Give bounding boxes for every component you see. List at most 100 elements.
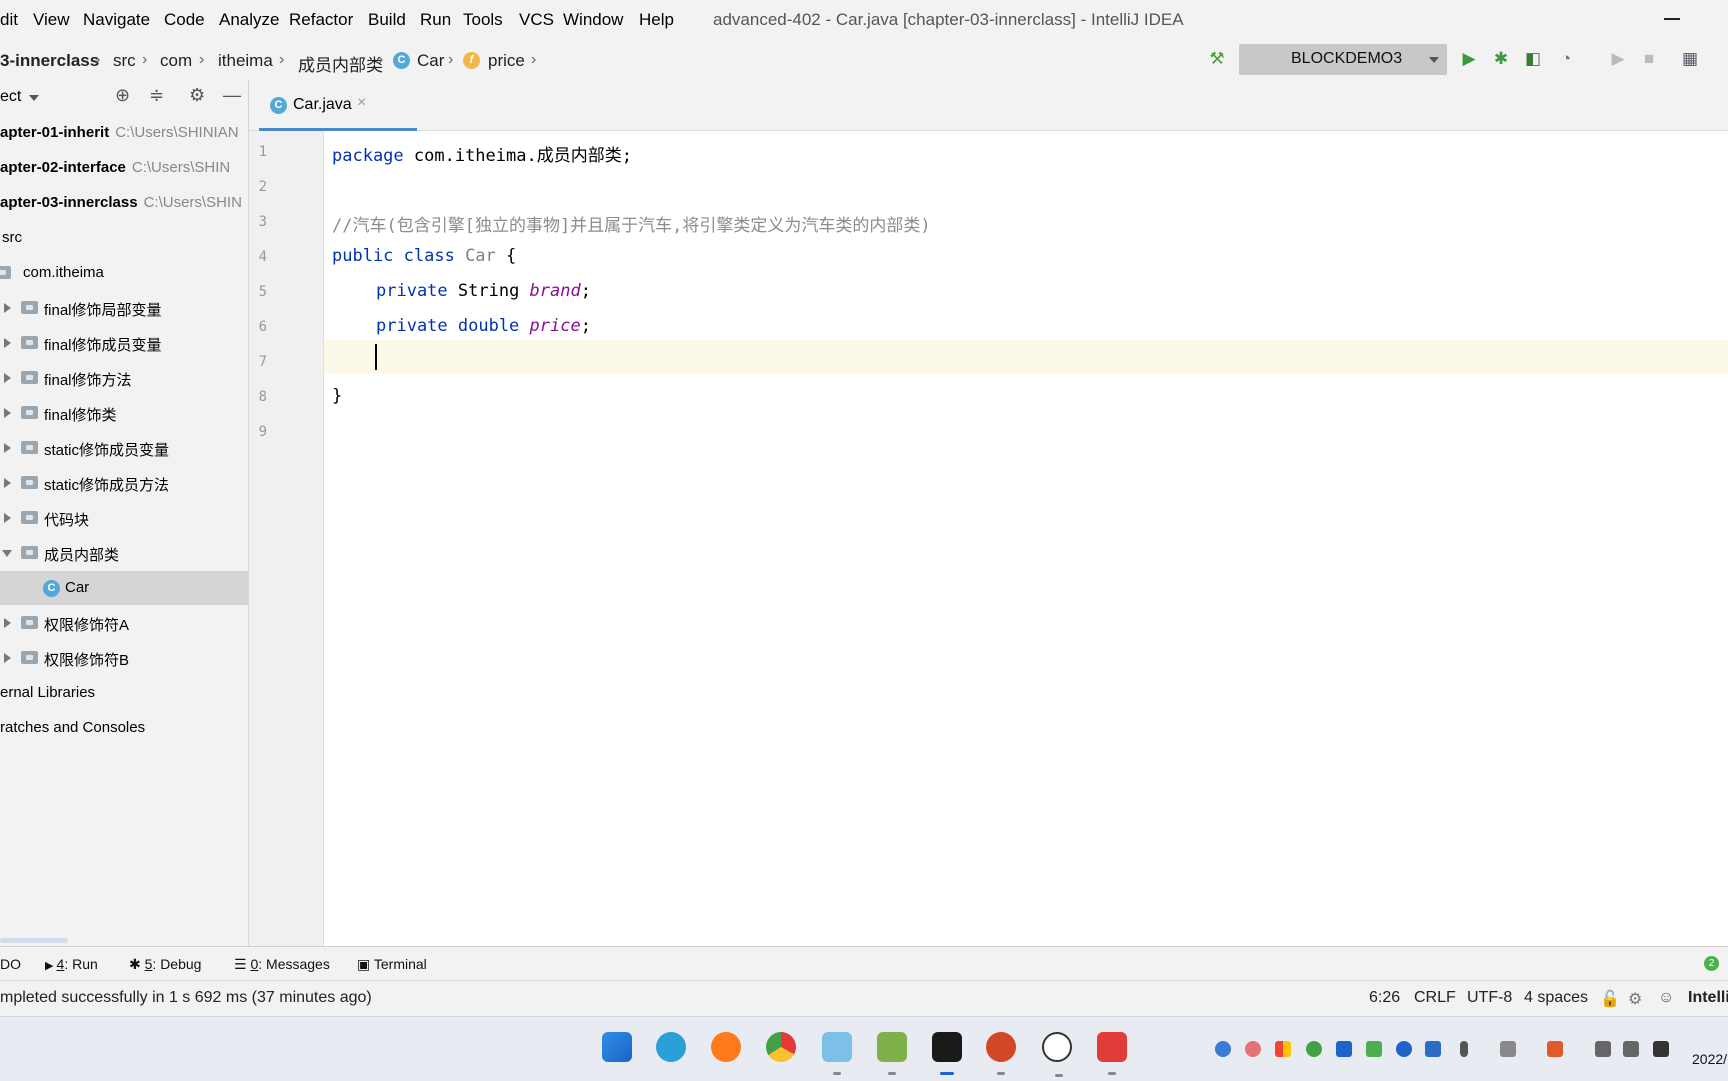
tree-item-package[interactable]: final修饰类 (0, 396, 248, 430)
windows-start-icon[interactable] (602, 1032, 632, 1062)
menu-edit[interactable]: dit (0, 10, 18, 30)
debug-tab[interactable]: ✱ 5: Debug (129, 956, 201, 973)
collapse-all-icon[interactable]: ≑ (149, 85, 164, 106)
tree-item-package[interactable]: final修饰方法 (0, 361, 248, 395)
security-shield-icon[interactable] (1425, 1041, 1441, 1057)
close-icon[interactable]: × (357, 94, 366, 112)
expand-arrow-icon[interactable] (4, 618, 11, 628)
breadcrumb-field[interactable]: price (488, 51, 525, 71)
expand-arrow-icon[interactable] (4, 513, 11, 523)
todo-tab[interactable]: DO (0, 956, 21, 972)
breadcrumb-src[interactable]: src (113, 51, 136, 71)
stop-icon[interactable]: ■ (1639, 48, 1659, 70)
menu-window[interactable]: Window (563, 10, 623, 30)
battery-icon[interactable] (1653, 1041, 1669, 1057)
menu-tools[interactable]: Tools (463, 10, 503, 30)
breadcrumb-class[interactable]: Car (417, 51, 444, 71)
breadcrumb-com[interactable]: com (160, 51, 192, 71)
menu-help[interactable]: Help (639, 10, 674, 30)
powerpoint-icon[interactable] (986, 1032, 1016, 1075)
tray-app-icon[interactable] (1215, 1041, 1231, 1057)
clock-app-icon[interactable] (1042, 1032, 1072, 1077)
caret-position[interactable]: 6:26 (1369, 989, 1400, 1007)
file-encoding[interactable]: UTF-8 (1467, 989, 1512, 1007)
project-structure-icon[interactable]: ▦ (1680, 48, 1700, 70)
menu-vcs[interactable]: VCS (519, 10, 554, 30)
horizontal-scrollbar[interactable] (0, 938, 68, 943)
build-hammer-icon[interactable]: ⚒ (1207, 48, 1227, 70)
app-icon[interactable] (877, 1032, 907, 1075)
git-icon[interactable]: ⚙ (1628, 989, 1642, 1009)
gear-icon[interactable]: ⚙ (189, 85, 205, 106)
intellij-idea-icon[interactable] (932, 1032, 962, 1075)
breadcrumb-package[interactable]: 成员内部类 (298, 51, 383, 76)
nvidia-icon[interactable] (1366, 1041, 1382, 1057)
tree-item-package-expanded[interactable]: 成员内部类 (0, 536, 248, 570)
breadcrumb-module[interactable]: 3-innerclass (0, 51, 99, 71)
lock-icon[interactable]: 🔓 (1600, 989, 1620, 1009)
tree-module-chapter-03[interactable]: apter-03-innerclass C:\Users\SHIN (0, 186, 248, 220)
tree-item-package[interactable]: 权限修饰符B (0, 641, 248, 675)
run-tab[interactable]: ▶ 4: Run (45, 956, 98, 972)
menu-refactor[interactable]: Refactor (289, 10, 353, 30)
run-configuration-dropdown[interactable]: BLOCKDEMO3 (1239, 44, 1447, 75)
tray-app-icon[interactable] (1336, 1041, 1352, 1057)
tree-item-package[interactable]: 代码块 (0, 501, 248, 535)
tree-item-src[interactable]: src (0, 221, 248, 255)
expand-arrow-icon[interactable] (4, 338, 11, 348)
rerun-icon[interactable]: ▶ (1608, 48, 1628, 70)
sogou-input-icon[interactable] (1547, 1041, 1563, 1057)
xmind-icon[interactable] (1097, 1032, 1127, 1075)
tree-item-package[interactable]: final修饰成员变量 (0, 326, 248, 360)
menu-view[interactable]: View (33, 10, 70, 30)
profile-icon[interactable]: ◔ (1556, 48, 1576, 70)
menu-analyze[interactable]: Analyze (219, 10, 279, 30)
microphone-icon[interactable] (1460, 1041, 1468, 1057)
minimize-window-button[interactable] (1664, 18, 1680, 20)
expand-arrow-icon[interactable] (4, 408, 11, 418)
expand-arrow-icon[interactable] (4, 653, 11, 663)
expand-arrow-icon[interactable] (4, 478, 11, 488)
tree-item-class-car[interactable]: C Car (0, 571, 248, 605)
menu-run[interactable]: Run (420, 10, 451, 30)
expand-arrow-icon[interactable] (4, 373, 11, 383)
hide-panel-icon[interactable]: — (223, 85, 241, 106)
menu-navigate[interactable]: Navigate (83, 10, 150, 30)
collapse-arrow-icon[interactable] (2, 550, 12, 557)
tree-item-package-root[interactable]: com.itheima (0, 256, 248, 290)
tree-item-scratches[interactable]: ratches and Consoles (0, 711, 248, 745)
edge-browser-icon[interactable] (656, 1032, 686, 1062)
tray-app-icon[interactable] (1275, 1041, 1291, 1057)
firefox-icon[interactable] (711, 1032, 741, 1062)
network-icon[interactable] (1595, 1041, 1611, 1057)
line-separator[interactable]: CRLF (1414, 989, 1456, 1007)
chrome-icon[interactable] (766, 1032, 796, 1062)
expand-arrow-icon[interactable] (4, 303, 11, 313)
tray-app-icon[interactable] (1245, 1041, 1261, 1057)
messages-tab[interactable]: ☰ 0: Messages (234, 956, 330, 973)
tree-item-package[interactable]: final修饰局部变量 (0, 291, 248, 325)
locate-icon[interactable]: ⊕ (115, 85, 130, 106)
volume-muted-icon[interactable] (1623, 1041, 1639, 1057)
taskbar-clock[interactable]: 2022/ (1692, 1051, 1727, 1067)
event-log-badge[interactable]: 2 (1704, 956, 1719, 971)
app-icon[interactable] (822, 1032, 852, 1075)
menu-build[interactable]: Build (368, 10, 406, 30)
project-view-selector[interactable]: ect (0, 88, 21, 106)
tree-item-package[interactable]: static修饰成员变量 (0, 431, 248, 465)
debug-icon[interactable]: ✱ (1491, 48, 1511, 70)
tree-item-package[interactable]: 权限修饰符A (0, 606, 248, 640)
tab-car-java[interactable]: C Car.java × (259, 80, 417, 131)
code-editor[interactable]: package com.itheima.成员内部类; //汽车(包含引擎[独立的… (324, 131, 1728, 946)
tree-module-chapter-02[interactable]: apter-02-interface C:\Users\SHIN (0, 151, 248, 185)
coverage-icon[interactable]: ◧ (1523, 48, 1543, 70)
bluetooth-icon[interactable] (1396, 1041, 1412, 1057)
run-icon[interactable]: ▶ (1459, 48, 1479, 70)
input-method-icon[interactable] (1500, 1041, 1516, 1057)
chevron-down-icon[interactable] (29, 95, 39, 101)
expand-arrow-icon[interactable] (4, 443, 11, 453)
breadcrumb-itheima[interactable]: itheima (218, 51, 273, 71)
tree-item-external-libraries[interactable]: ernal Libraries (0, 676, 248, 710)
menu-code[interactable]: Code (164, 10, 205, 30)
tray-app-icon[interactable] (1306, 1041, 1322, 1057)
